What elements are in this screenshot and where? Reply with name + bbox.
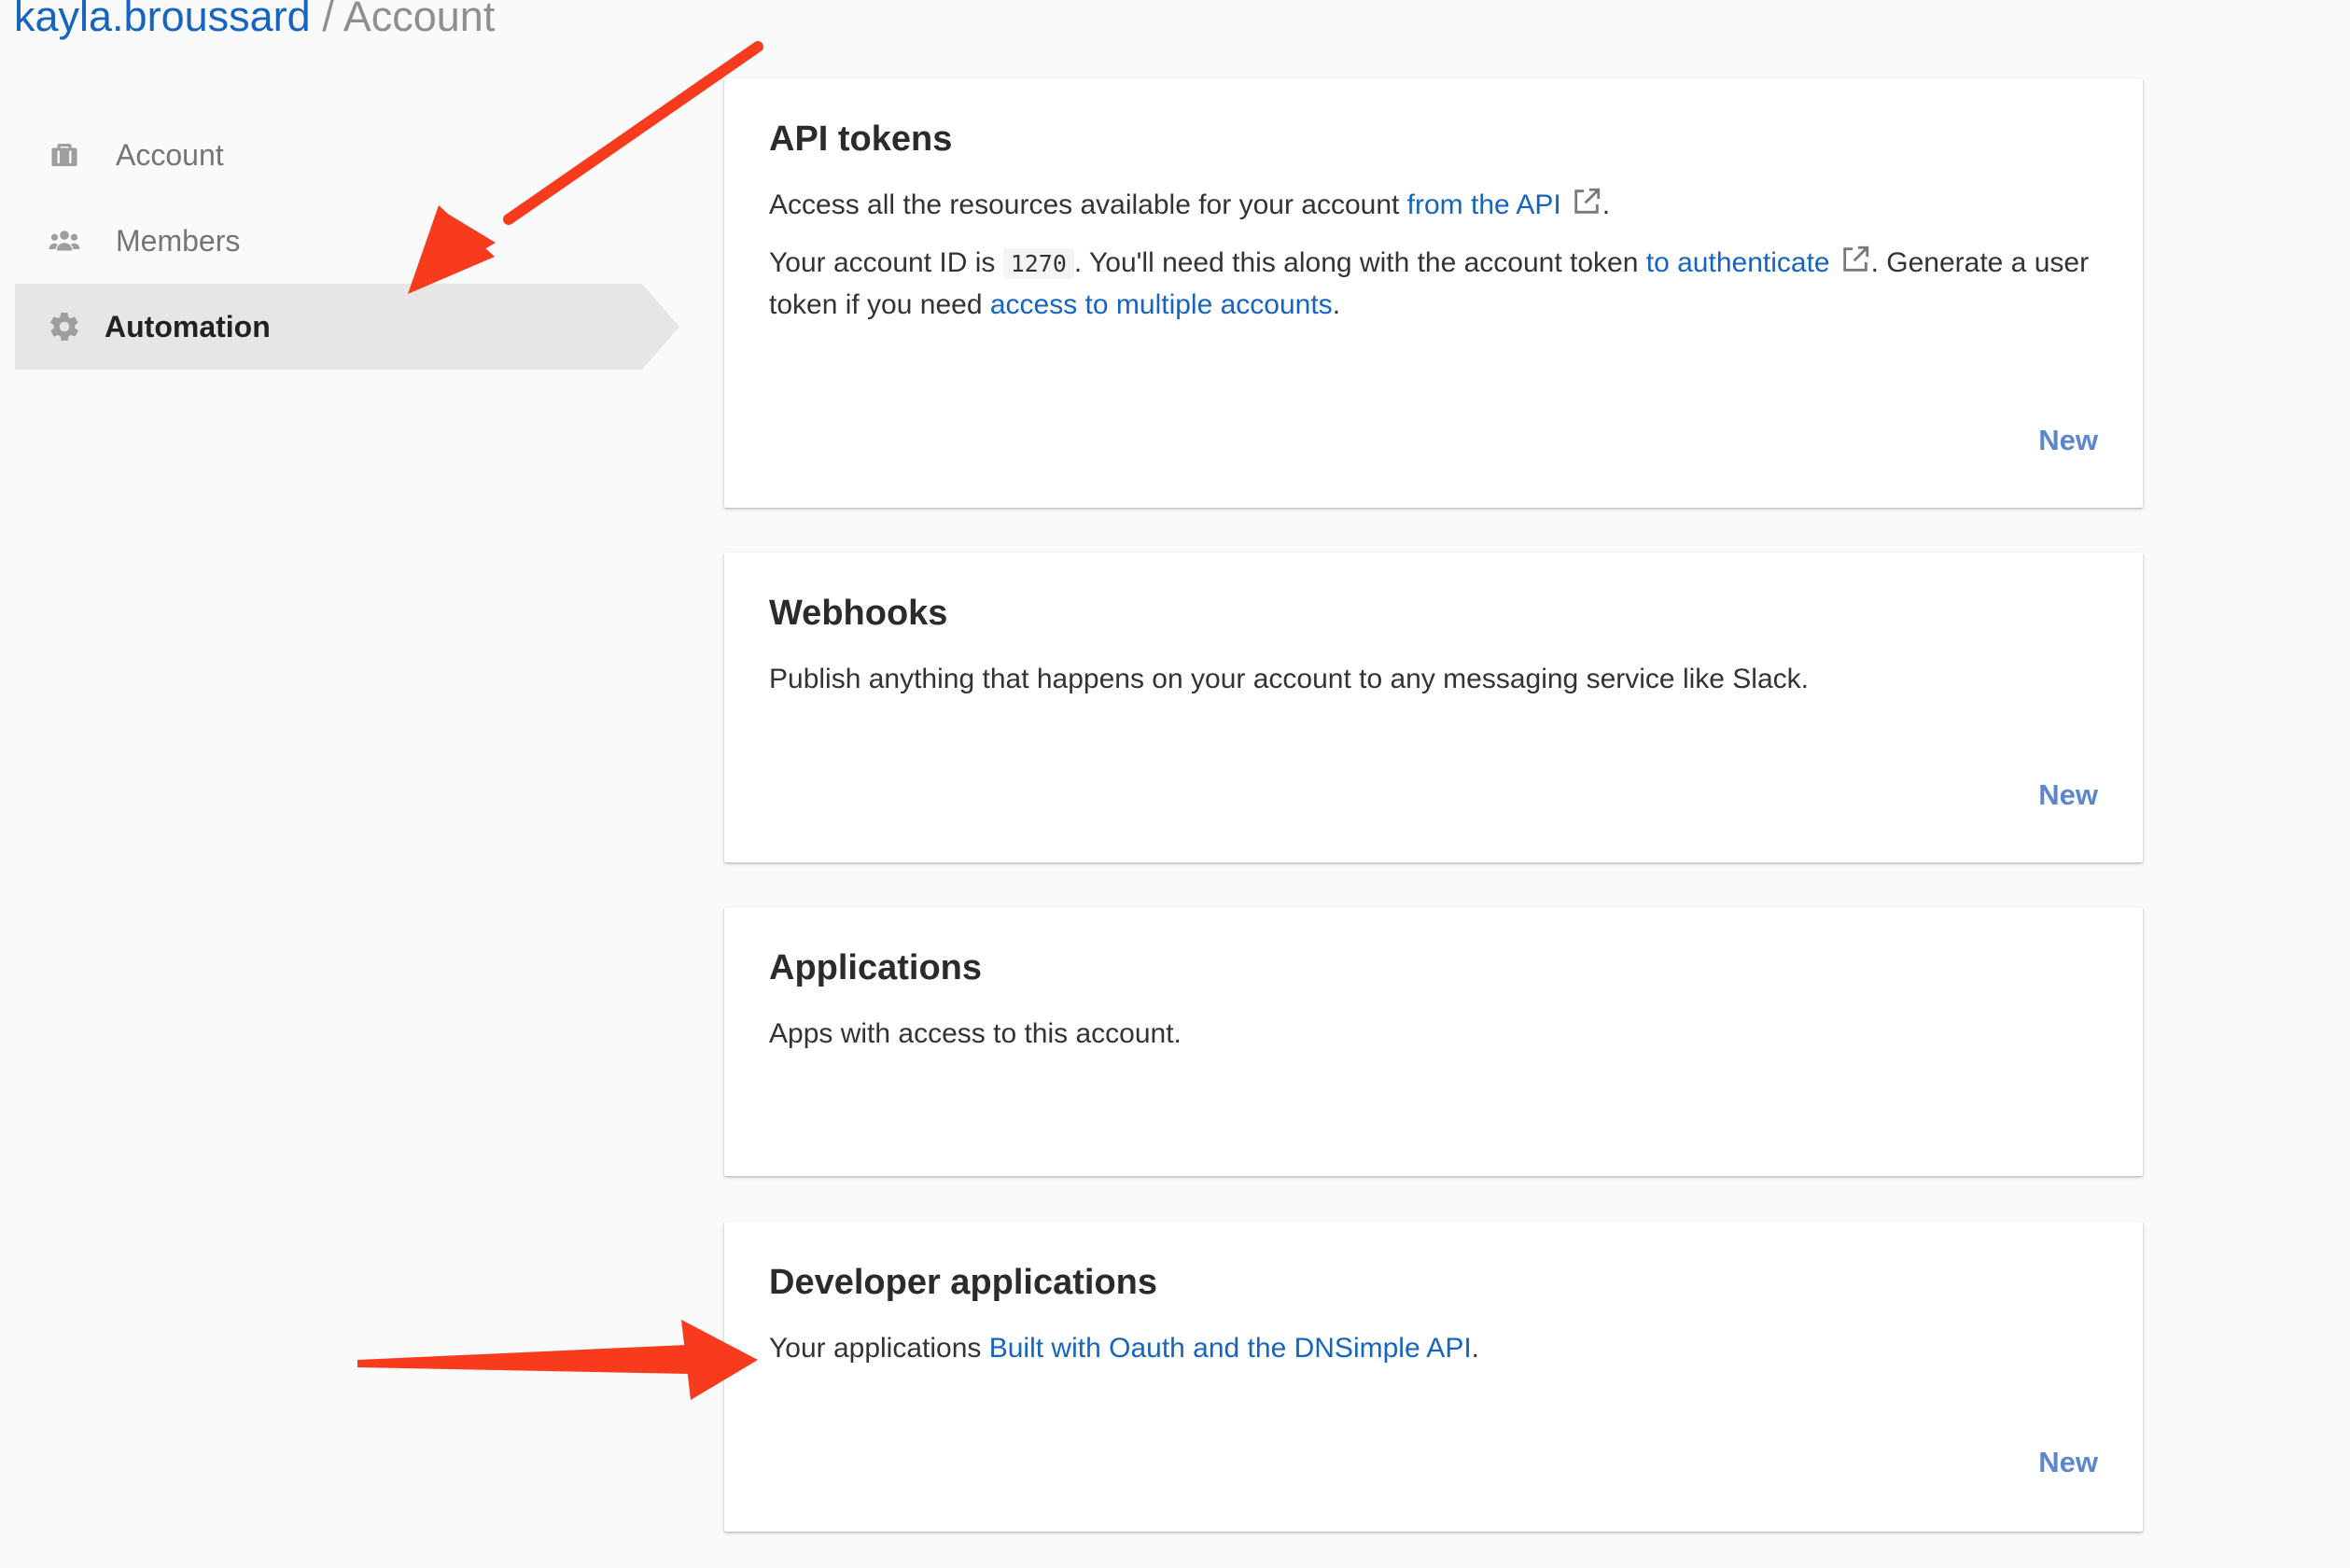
webhooks-card: Webhooks Publish anything that happens o… (724, 553, 2143, 862)
breadcrumb-separator: / (322, 0, 334, 40)
card-description: Your applications Built with Oauth and t… (769, 1328, 2098, 1369)
sidebar-item-label: Members (116, 223, 241, 258)
new-developer-application-button[interactable]: New (2038, 1446, 2098, 1479)
breadcrumb-current: Account (343, 0, 496, 40)
external-link-icon (1571, 186, 1602, 217)
breadcrumb-user-link[interactable]: kayla.broussard (14, 0, 311, 40)
gear-icon (47, 309, 82, 344)
description-text: Your account ID is (769, 247, 1003, 278)
arrow-to-developer-applications (357, 1320, 758, 1400)
card-description: Apps with access to this account. (769, 1018, 1182, 1049)
card-description: Your account ID is 1270. You'll need thi… (769, 243, 2098, 326)
sidebar-item-members[interactable]: Members (15, 198, 679, 284)
description-text: . You'll need this along with the accoun… (1073, 247, 1646, 278)
access-multiple-accounts-link[interactable]: access to multiple accounts (990, 289, 1333, 320)
sidebar-nav: Account Members Automation (15, 112, 679, 370)
description-text: Access all the resources available for y… (769, 189, 1407, 220)
sidebar-item-account[interactable]: Account (15, 112, 679, 198)
description-text: . (1471, 1333, 1480, 1364)
new-api-token-button[interactable]: New (2038, 424, 2098, 457)
description-text: Your applications (769, 1333, 989, 1364)
external-link-icon (1839, 244, 1871, 275)
developer-applications-card: Developer applications Your applications… (724, 1222, 2143, 1532)
built-with-oauth-link[interactable]: Built with Oauth and the DNSimple API (989, 1333, 1472, 1364)
briefcase-icon (47, 137, 82, 173)
from-the-api-link[interactable]: from the API (1407, 189, 1561, 220)
description-text: . (1602, 189, 1611, 220)
card-title: Developer applications (769, 1263, 1158, 1302)
account-id-code: 1270 (1002, 248, 1074, 279)
card-title: Webhooks (769, 594, 948, 633)
breadcrumb: kayla.broussard / Account (14, 0, 495, 45)
card-title: Applications (769, 948, 983, 987)
sidebar-item-label: Account (116, 137, 224, 172)
card-description: Publish anything that happens on your ac… (769, 664, 1809, 694)
users-icon (47, 223, 82, 259)
description-text: . (1332, 289, 1341, 320)
sidebar-item-automation[interactable]: Automation (15, 284, 679, 370)
new-webhook-button[interactable]: New (2038, 778, 2098, 812)
card-title: API tokens (769, 119, 953, 159)
sidebar-item-label: Automation (105, 309, 271, 343)
api-tokens-card: API tokens Access all the resources avai… (724, 78, 2143, 508)
card-description: Access all the resources available for y… (769, 185, 2098, 226)
to-authenticate-link[interactable]: to authenticate (1646, 247, 1830, 278)
applications-card: Applications Apps with access to this ac… (724, 907, 2143, 1176)
